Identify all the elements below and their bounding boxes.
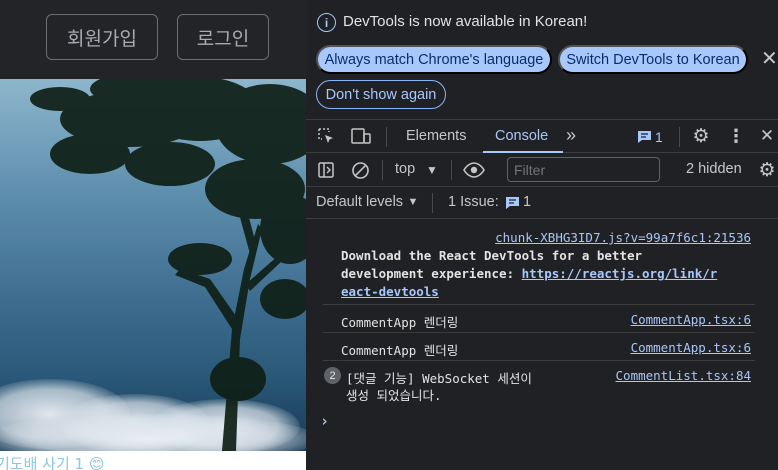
- message-text-line: Download the React DevTools for a better: [341, 248, 643, 263]
- message-source-link[interactable]: CommentApp.tsx:6: [631, 340, 751, 355]
- close-infobar-icon[interactable]: ✕: [761, 46, 778, 71]
- message-source-link[interactable]: CommentApp.tsx:6: [631, 312, 751, 327]
- devtools-tabbar: Elements Console » 1 ⚙ ⋮ ✕: [306, 119, 778, 153]
- web-page: 회원가입 로그인 기도배 사기 1 😊: [0, 0, 306, 470]
- message-text: CommentApp 렌더링: [341, 343, 459, 358]
- close-devtools-icon[interactable]: ✕: [757, 126, 777, 146]
- dont-show-again-button[interactable]: Don't show again: [316, 80, 446, 109]
- more-tabs-icon[interactable]: »: [566, 125, 576, 146]
- issues-label[interactable]: 1 Issue:: [448, 194, 499, 210]
- console-message: 2 [댓글 기능] WebSocket 세션이 생성 되었습니다. Commen…: [306, 361, 778, 405]
- message-text: CommentApp 렌더링: [341, 315, 459, 330]
- info-icon: i: [317, 13, 336, 32]
- console-message: CommentApp 렌더링 CommentApp.tsx:6: [306, 333, 778, 361]
- message-count: 1: [655, 129, 663, 145]
- react-devtools-link-continuation[interactable]: eact-devtools: [341, 284, 439, 299]
- message-source-link[interactable]: CommentList.tsx:84: [616, 368, 751, 383]
- device-toolbar-icon[interactable]: [350, 126, 372, 146]
- inspect-element-icon[interactable]: [316, 126, 336, 146]
- message-text-line: development experience: https://reactjs.…: [341, 266, 717, 281]
- levels-dropdown-icon[interactable]: ▼: [407, 196, 419, 208]
- message-text-prefix: development experience:: [341, 266, 522, 281]
- tree-silhouette: [30, 79, 306, 451]
- console-toolbar: top ▼ 2 hidden ⚙: [306, 153, 778, 187]
- console-output: chunk-XBHG3ID7.js?v=99a7f6c1:21536 Downl…: [306, 220, 778, 470]
- message-source-link[interactable]: chunk-XBHG3ID7.js?v=99a7f6c1:21536: [495, 230, 751, 245]
- infobar-message: DevTools is now available in Korean!: [343, 13, 588, 30]
- context-selector[interactable]: top: [395, 161, 415, 177]
- tab-console[interactable]: Console: [495, 128, 548, 144]
- clear-console-icon[interactable]: [350, 160, 370, 180]
- console-prompt[interactable]: ›: [320, 412, 329, 430]
- settings-gear-icon[interactable]: ⚙: [691, 126, 711, 147]
- message-icon[interactable]: [636, 129, 652, 145]
- hidden-messages-count: 2 hidden: [686, 161, 742, 177]
- context-dropdown-icon[interactable]: ▼: [424, 162, 440, 178]
- switch-language-button[interactable]: Switch DevTools to Korean: [558, 45, 748, 74]
- signup-button[interactable]: 회원가입: [46, 14, 158, 60]
- kebab-menu-icon[interactable]: ⋮: [726, 126, 746, 146]
- site-header: 회원가입 로그인: [0, 0, 306, 79]
- devtools-panel: i DevTools is now available in Korean! A…: [306, 0, 778, 470]
- issues-count: 1: [523, 194, 532, 210]
- react-devtools-link[interactable]: https://reactjs.org/link/r: [522, 266, 718, 281]
- hero-image: [0, 79, 306, 464]
- console-message: chunk-XBHG3ID7.js?v=99a7f6c1:21536 Downl…: [306, 228, 778, 305]
- console-secondary-toolbar: Default levels ▼ 1 Issue: 1: [306, 187, 778, 219]
- login-button[interactable]: 로그인: [177, 14, 269, 60]
- language-infobar: i DevTools is now available in Korean! A…: [306, 0, 778, 118]
- console-settings-gear-icon[interactable]: ⚙: [757, 160, 777, 181]
- console-message: CommentApp 렌더링 CommentApp.tsx:6: [306, 305, 778, 333]
- issue-icon[interactable]: [504, 195, 520, 211]
- repeat-count-badge: 2: [324, 367, 341, 384]
- match-language-button[interactable]: Always match Chrome's language: [316, 45, 552, 74]
- message-text-line: 생성 되었습니다.: [346, 388, 442, 403]
- filter-input[interactable]: [507, 157, 660, 182]
- content-teaser-text: 기도배 사기 1 😊: [0, 455, 105, 470]
- live-expression-eye-icon[interactable]: [463, 160, 485, 180]
- sidebar-toggle-icon[interactable]: [316, 160, 336, 180]
- tab-elements[interactable]: Elements: [406, 128, 466, 144]
- log-levels-dropdown[interactable]: Default levels: [316, 194, 403, 210]
